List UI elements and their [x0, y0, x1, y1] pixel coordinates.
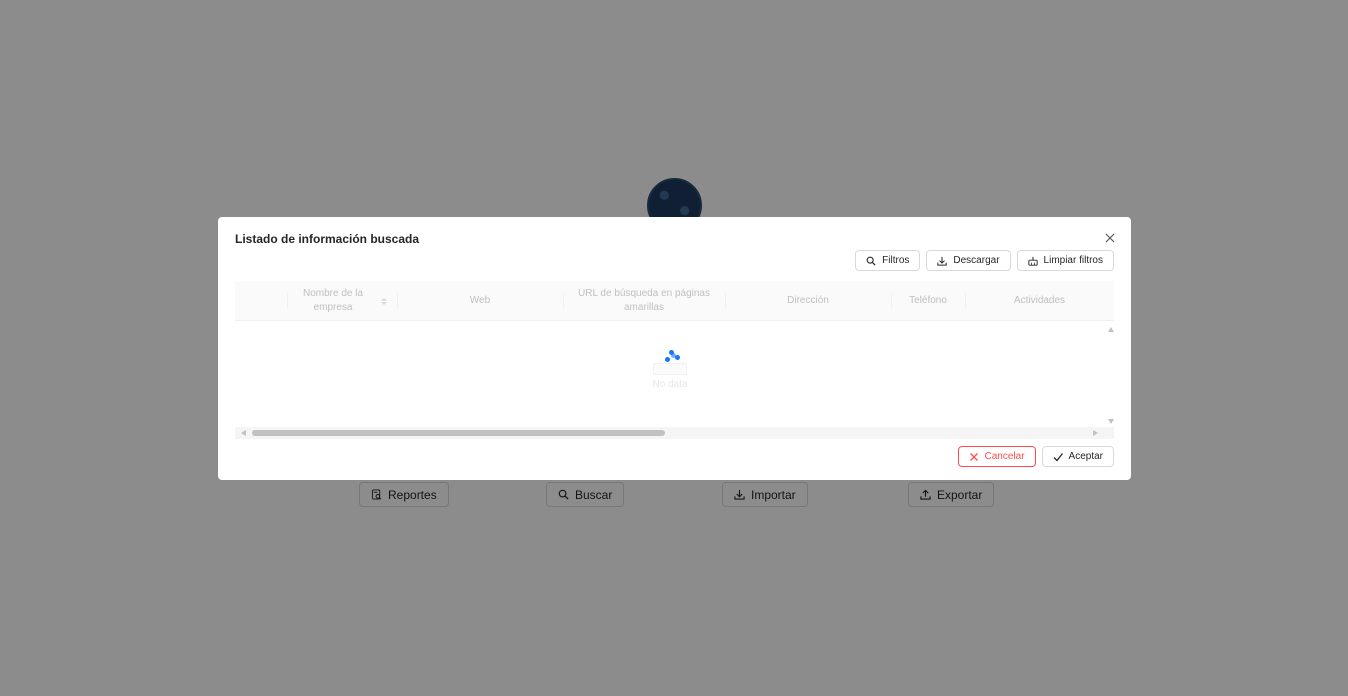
empty-state: No data [635, 349, 705, 390]
close-icon [969, 452, 978, 461]
results-table: Nombre de la empresa Web URL de búsqueda… [235, 281, 1114, 439]
empty-text: No data [652, 379, 688, 390]
column-header-selection [235, 281, 287, 321]
ok-button[interactable]: Aceptar [1041, 446, 1114, 467]
modal-toolbar: Filtros Descargar Limpiar filtros [855, 250, 1114, 271]
descargar-label: Descargar [953, 255, 1000, 266]
column-header-label: Nombre de la empresa [302, 288, 364, 313]
download-icon [937, 256, 948, 266]
column-header-label: URL de búsqueda en páginas amarillas [578, 288, 710, 313]
limpiar-filtros-button[interactable]: Limpiar filtros [1016, 250, 1114, 271]
modal-footer: Cancelar Aceptar [957, 446, 1114, 467]
clear-icon [1027, 256, 1038, 266]
scroll-down-arrow-icon[interactable] [1108, 419, 1114, 424]
scrollbar-thumb[interactable] [252, 430, 665, 436]
scroll-up-arrow-icon[interactable] [1108, 327, 1114, 332]
close-button[interactable] [1103, 231, 1117, 245]
cancel-label: Cancelar [984, 451, 1025, 462]
descargar-button[interactable]: Descargar [926, 250, 1011, 271]
table-body: No data [235, 321, 1114, 427]
check-icon [1053, 452, 1063, 461]
search-results-modal: Listado de información buscada Filtros D… [218, 217, 1131, 480]
column-header-direccion: Dirección [725, 281, 891, 321]
column-header-web: Web [397, 281, 563, 321]
limpiar-filtros-label: Limpiar filtros [1043, 255, 1103, 266]
column-header-actividades: Actividades [965, 281, 1114, 321]
loading-spinner-dot [671, 353, 676, 358]
ok-label: Aceptar [1068, 451, 1103, 462]
scroll-left-arrow-icon[interactable] [241, 430, 246, 436]
column-header-telefono: Teléfono [891, 281, 965, 321]
loading-spinner-dot [665, 357, 670, 362]
modal-title: Listado de información buscada [235, 232, 420, 246]
search-icon [866, 256, 876, 266]
empty-box-icon [651, 349, 689, 375]
filtros-button[interactable]: Filtros [855, 250, 921, 271]
horizontal-scrollbar[interactable] [235, 427, 1114, 439]
scroll-right-arrow-icon[interactable] [1093, 430, 1098, 436]
table-header: Nombre de la empresa Web URL de búsqueda… [235, 281, 1114, 321]
cancel-button[interactable]: Cancelar [957, 446, 1036, 467]
column-header-url: URL de búsqueda en páginas amarillas [563, 281, 725, 321]
close-icon [1105, 233, 1115, 243]
sort-icon[interactable] [381, 297, 387, 305]
filtros-label: Filtros [882, 255, 910, 266]
column-header-nombre[interactable]: Nombre de la empresa [287, 281, 397, 321]
